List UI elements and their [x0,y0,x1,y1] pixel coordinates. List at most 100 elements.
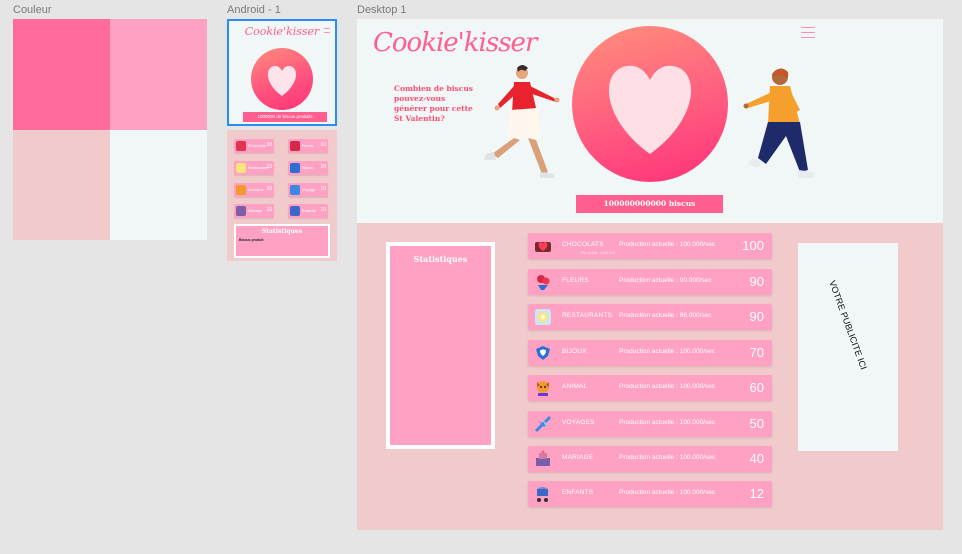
color-swatch-off-white[interactable] [110,130,207,240]
android-counter-button[interactable]: 1000000 de biscus produits [243,112,327,122]
android-item-value: 10 [320,164,326,170]
color-swatch-blush[interactable] [13,130,110,240]
stroller-icon [290,206,300,216]
dog-icon [537,381,549,396]
shop-item-restaurants[interactable]: RESTAURANTS Production actuelle : 86.000… [528,304,772,330]
android-item-label: Restaurant [248,165,268,170]
dog-icon [236,185,246,195]
android-item-bijoux[interactable]: Bijoux 10 [288,161,328,175]
statistics-panel: Statistiques [386,242,495,449]
android-item-value: 10 [266,142,272,148]
android-item-label: Chocolats [248,143,266,148]
item-value: 90 [749,309,764,324]
shop-item-bijoux[interactable]: BIJOUX Production actuelle : 100.000/sec… [528,340,772,366]
heart-icon [608,65,692,154]
frame-label-couleur: Couleur [13,4,52,16]
android-item-value: 10 [320,207,326,213]
android-logo: Cookie'kisser [244,25,320,38]
shop-item-chocolats[interactable]: CHOCOLATS Production actuelle : 100.000/… [528,233,772,259]
item-production: Production actuelle : 100.000/sec [619,383,716,390]
item-value: 100 [742,238,764,253]
android-item-fleurs[interactable]: Fleurs 10 [288,139,328,153]
item-value: 90 [749,274,764,289]
tagline-line: pouvez-vous [394,94,446,103]
chocolate-box-icon [236,141,246,151]
chocolate-box-icon [535,242,551,252]
android-item-label: Bijoux [302,165,313,170]
android-item-value: 10 [320,186,326,192]
shop-item-animal[interactable]: ANIMAL Production actuelle : 100.000/sec… [528,375,772,401]
biscus-counter-button[interactable]: 100000000000 biscus [576,195,723,213]
flower-bouquet-icon [290,141,300,151]
item-category: ANIMAL [562,383,588,390]
item-production: Production actuelle : 100.000/sec [619,489,716,496]
android-item-value: 10 [266,164,272,170]
item-category: RESTAURANTS [562,312,613,319]
item-value: 60 [749,380,764,395]
android-item-label: Voyage [302,187,316,192]
android-heart-button[interactable] [251,48,313,110]
android-item-value: 10 [266,186,272,192]
item-production: Production actuelle : 100.000/sec [619,454,716,461]
android-item-chocolats[interactable]: Chocolats 10 [234,139,274,153]
android-item-label: Mariage [248,208,263,213]
shop-item-fleurs[interactable]: FLEURS Production actuelle : 90.000/sec … [528,269,772,295]
item-category: ENFANTS [562,489,594,496]
item-production: Production actuelle : 100.000/sec [619,241,716,248]
android-item-restaurant[interactable]: Restaurant 10 [234,161,274,175]
android-item-value: 10 [266,207,272,213]
color-swatch-hot-pink[interactable] [13,19,110,130]
item-category: VOYAGES [562,419,595,426]
android-stats-title: Statistiques [261,228,303,235]
shop-item-enfants[interactable]: ENFANTS Production actuelle : 100.000/se… [528,481,772,507]
heart-icon [267,66,297,96]
airplane-icon [290,185,300,195]
wedding-icon [536,450,550,466]
android-item-mariage[interactable]: Mariage 10 [234,204,274,218]
hamburger-menu-icon[interactable] [801,27,815,38]
android-item-voyage[interactable]: Voyage 10 [288,183,328,197]
frame-label-desktop: Desktop 1 [357,4,407,16]
flower-bouquet-icon [537,275,550,290]
advertisement-panel[interactable] [798,243,898,451]
running-man-illustration [743,68,814,178]
tagline-line: St Valentin? [394,114,445,123]
android-item-label: Enfants [302,208,316,213]
android-frame-top[interactable]: Cookie'kisser 1000000 de biscus produits [227,19,337,126]
stroller-icon [537,487,548,502]
jewelry-icon [290,163,300,173]
android-item-animaux[interactable]: Animaux 10 [234,183,274,197]
tagline-line: générer pour cette [394,104,473,113]
airplane-icon [534,415,552,433]
big-heart-button[interactable] [572,26,728,182]
shop-item-mariage[interactable]: MARIAGE Production actuelle : 100.000/se… [528,446,772,472]
item-production: Production actuelle : 100.000/sec [619,348,716,355]
item-value: 40 [749,451,764,466]
jewelry-icon [536,346,550,360]
android-stats-subtitle: Biscus produit [239,238,264,242]
android-item-label: Animaux [248,187,264,192]
android-item-enfants[interactable]: Enfants 10 [288,204,328,218]
wedding-icon [236,206,246,216]
statistics-title: Statistiques [413,254,468,264]
color-swatch-light-pink[interactable] [110,19,207,130]
item-production: Production actuelle : 90.000/sec [619,277,712,284]
android-stats-panel: Statistiques Biscus produit [234,224,330,258]
item-category: FLEURS [562,277,589,284]
tagline-line: Combien de biscus [394,84,474,93]
item-subtext: Prix actuel: 1.000.000 [581,251,615,255]
tagline-question: Combien de biscus pouvez-vous générer po… [394,84,484,124]
item-production: Production actuelle : 86.000/sec [619,312,712,319]
item-value: 70 [749,345,764,360]
restaurant-plate-icon [535,309,551,325]
item-value: 50 [749,416,764,431]
android-item-label: Fleurs [302,143,314,148]
item-production: Production actuelle : 100.000/sec [619,419,716,426]
android-menu-icon[interactable] [324,28,330,33]
shop-item-voyages[interactable]: VOYAGES Production actuelle : 100.000/se… [528,411,772,437]
item-category: CHOCOLATS [562,241,604,248]
item-category: MARIAGE [562,454,594,461]
frame-label-android: Android - 1 [227,4,281,16]
item-category: BIJOUX [562,348,587,355]
site-logo[interactable]: Cookie'kisser [373,28,537,58]
